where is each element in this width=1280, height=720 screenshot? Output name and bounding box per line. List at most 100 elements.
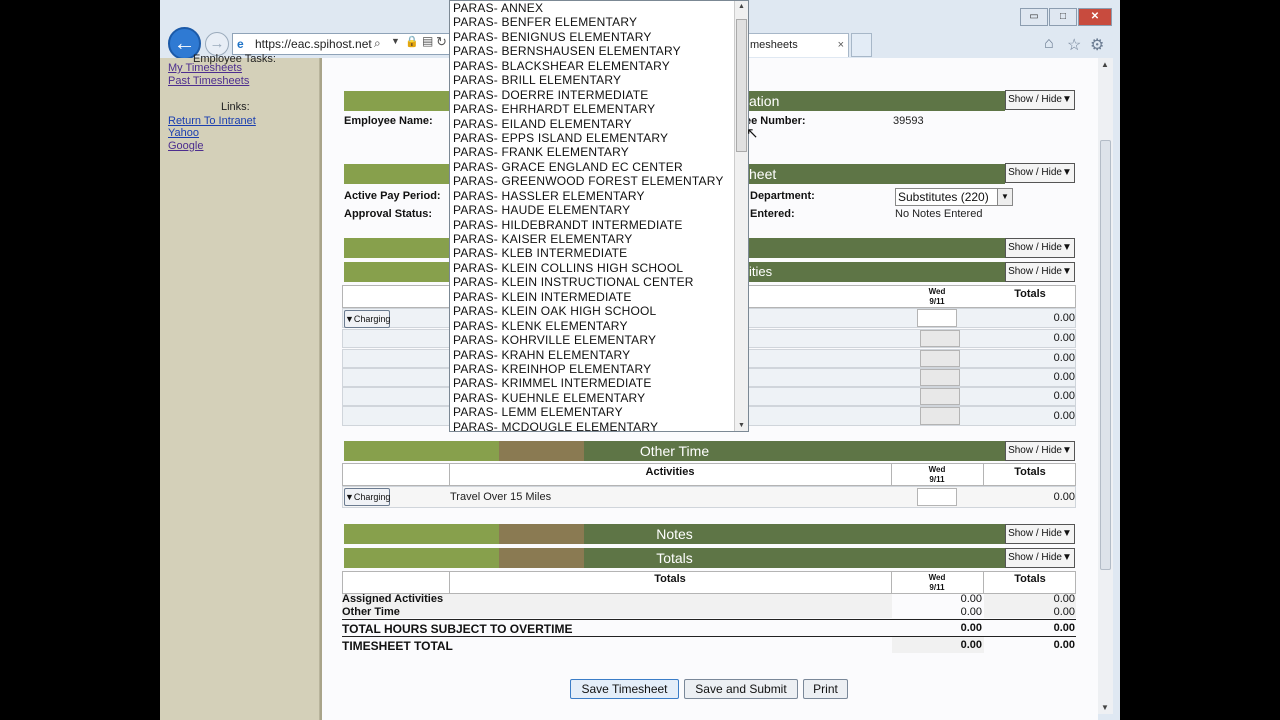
hours-input[interactable] xyxy=(917,309,957,327)
dropdown-arrow-icon[interactable]: ▼ xyxy=(391,36,400,46)
scroll-up-icon[interactable]: ▲ xyxy=(1101,60,1109,69)
dropdown-option[interactable]: PARAS- EPPS ISLAND ELEMENTARY xyxy=(450,131,748,145)
refresh-icon[interactable]: ↻ xyxy=(436,34,447,50)
scroll-down-icon[interactable]: ▼ xyxy=(1101,703,1109,712)
scroll-up-icon[interactable]: ▲ xyxy=(738,3,745,10)
dropdown-option[interactable]: PARAS- BENFER ELEMENTARY xyxy=(450,15,748,29)
hours-input[interactable] xyxy=(920,350,960,367)
save-and-submit-button[interactable]: Save and Submit xyxy=(684,679,798,699)
dropdown-option[interactable]: PARAS- KOHRVILLE ELEMENTARY xyxy=(450,333,748,347)
show-hide-employee[interactable]: Show / Hide▼ xyxy=(1005,90,1075,110)
show-hide-totals[interactable]: Show / Hide▼ xyxy=(1005,548,1075,568)
save-timesheet-button[interactable]: Save Timesheet xyxy=(570,679,679,699)
notes-entered-label: Entered: xyxy=(750,208,795,220)
print-button[interactable]: Print xyxy=(803,679,848,699)
show-hide-notes[interactable]: Show / Hide▼ xyxy=(1005,524,1075,544)
dropdown-option[interactable]: PARAS- LEMM ELEMENTARY xyxy=(450,405,748,419)
dropdown-option[interactable]: PARAS- KLEIN OAK HIGH SCHOOL xyxy=(450,304,748,318)
hours-input[interactable] xyxy=(920,369,960,386)
row-total: 0.00 xyxy=(1053,390,1075,402)
close-window-button[interactable]: ✕ xyxy=(1078,8,1112,26)
dropdown-option[interactable]: PARAS- BERNSHAUSEN ELEMENTARY xyxy=(450,44,748,58)
dropdown-option[interactable]: PARAS- KREINHOP ELEMENTARY xyxy=(450,362,748,376)
dropdown-option[interactable]: PARAS- DOERRE INTERMEDIATE xyxy=(450,88,748,102)
google-link[interactable]: Google xyxy=(168,140,203,152)
dropdown-option[interactable]: PARAS- FRANK ELEMENTARY xyxy=(450,145,748,159)
department-select[interactable]: Substitutes (220) ▼ xyxy=(895,188,1013,206)
hours-input[interactable] xyxy=(920,407,960,425)
dropdown-option[interactable]: PARAS- KLENK ELEMENTARY xyxy=(450,319,748,333)
dropdown-option[interactable]: PARAS- GREENWOOD FOREST ELEMENTARY xyxy=(450,174,748,188)
totals-row-total: 0.00 xyxy=(1053,622,1075,634)
dropdown-option[interactable]: PARAS- BENIGNUS ELEMENTARY xyxy=(450,30,748,44)
dropdown-option[interactable]: PARAS- KLEIN COLLINS HIGH SCHOOL xyxy=(450,261,748,275)
dropdown-option[interactable]: PARAS- KLEIN INSTRUCTIONAL CENTER xyxy=(450,275,748,289)
tab-label: mesheets xyxy=(750,39,798,51)
activities-header: Activities xyxy=(645,466,695,478)
dropdown-option[interactable]: PARAS- HAUDE ELEMENTARY xyxy=(450,203,748,217)
return-to-intranet-link[interactable]: Return To Intranet xyxy=(168,115,256,127)
dropdown-option[interactable]: PARAS- KUEHNLE ELEMENTARY xyxy=(450,391,748,405)
past-timesheets-link[interactable]: Past Timesheets xyxy=(168,75,249,87)
dropdown-option[interactable]: PARAS- EHRHARDT ELEMENTARY xyxy=(450,102,748,116)
my-timesheets-link[interactable]: My Timesheets xyxy=(168,62,242,74)
totals-row-total: 0.00 xyxy=(1053,593,1075,605)
totals-totals-header: Totals xyxy=(1014,573,1046,585)
dropdown-scrollbar[interactable]: ▲ ▼ xyxy=(734,1,748,431)
dropdown-option[interactable]: PARAS- MCDOUGLE ELEMENTARY xyxy=(450,420,748,431)
chevron-down-icon[interactable]: ▼ xyxy=(997,189,1012,205)
dropdown-option[interactable]: PARAS- KAISER ELEMENTARY xyxy=(450,232,748,246)
yahoo-link[interactable]: Yahoo xyxy=(168,127,199,139)
charging-button[interactable]: ▼Charging xyxy=(344,488,390,506)
browser-tab[interactable]: mesheets × xyxy=(745,33,849,57)
dropdown-option[interactable]: PARAS- BRILL ELEMENTARY xyxy=(450,73,748,87)
page-scroll-thumb[interactable] xyxy=(1100,140,1111,570)
browser-window: ← → https://eac.spihost.net e ⌕ ▼ 🔒 ▤ ↻ … xyxy=(160,0,1120,720)
dropdown-option[interactable]: PARAS- HILDEBRANDT INTERMEDIATE xyxy=(450,218,748,232)
scroll-down-icon[interactable]: ▼ xyxy=(738,422,745,429)
dropdown-option[interactable]: PARAS- BLACKSHEAR ELEMENTARY xyxy=(450,59,748,73)
gear-icon[interactable]: ⚙ xyxy=(1090,35,1104,55)
other-day-label: Wed xyxy=(928,465,946,474)
show-hide-assigned[interactable]: Show / Hide▼ xyxy=(1005,262,1075,282)
dropdown-option[interactable]: PARAS- KLEB INTERMEDIATE xyxy=(450,246,748,260)
dropdown-option[interactable]: PARAS- GRACE ENGLAND EC CENTER xyxy=(450,160,748,174)
employee-section-title: ation xyxy=(749,93,780,109)
new-tab-button[interactable] xyxy=(851,33,872,57)
totals-row-wed: 0.00 xyxy=(960,622,982,634)
dropdown-option[interactable]: PARAS- KRIMMEL INTERMEDIATE xyxy=(450,376,748,390)
approval-status-label: Approval Status: xyxy=(344,208,433,220)
school-dropdown-list[interactable]: PARAS- ANNEX PARAS- BENFER ELEMENTARY PARA… xyxy=(449,0,749,432)
tab-close-icon[interactable]: × xyxy=(838,34,844,56)
show-hide-3[interactable]: Show / Hide▼ xyxy=(1005,238,1075,258)
dropdown-option[interactable]: PARAS- KRAHN ELEMENTARY xyxy=(450,348,748,362)
hours-input[interactable] xyxy=(920,330,960,347)
home-icon[interactable]: ⌂ xyxy=(1044,35,1054,53)
row-total: 0.00 xyxy=(1053,371,1075,383)
assigned-day-date: 9/11 xyxy=(929,297,945,306)
dropdown-option[interactable]: PARAS- KLEIN INTERMEDIATE xyxy=(450,290,748,304)
show-hide-other-time[interactable]: Show / Hide▼ xyxy=(1005,441,1075,461)
totals-title: Totals xyxy=(656,550,693,566)
hours-input[interactable] xyxy=(920,388,960,405)
totals-row-total: 0.00 xyxy=(1053,639,1075,651)
maximize-button[interactable]: □ xyxy=(1049,8,1077,26)
search-icon[interactable]: ⌕ xyxy=(374,36,381,51)
charging-button[interactable]: ▼Charging xyxy=(344,310,390,328)
row-total: 0.00 xyxy=(1053,312,1075,324)
hours-input[interactable] xyxy=(917,488,957,506)
show-hide-timesheet[interactable]: Show / Hide▼ xyxy=(1005,163,1075,183)
totals-activity-header: Totals xyxy=(654,573,686,585)
other-totals-header: Totals xyxy=(1014,466,1046,478)
other-time-band: Other Time xyxy=(344,441,1005,461)
minimize-button[interactable]: ▭ xyxy=(1020,8,1048,26)
other-time-title: Other Time xyxy=(639,443,710,459)
favorites-star-icon[interactable]: ☆ xyxy=(1067,35,1081,55)
url-text: https://eac.spihost.net xyxy=(255,37,372,51)
links-header: Links: xyxy=(221,101,250,113)
dropdown-option[interactable]: PARAS- ANNEX xyxy=(450,1,748,15)
dropdown-option[interactable]: PARAS- EILAND ELEMENTARY xyxy=(450,117,748,131)
compat-view-icon[interactable]: ▤ xyxy=(422,34,433,48)
dropdown-option[interactable]: PARAS- HASSLER ELEMENTARY xyxy=(450,189,748,203)
totals-row-label: TOTAL HOURS SUBJECT TO OVERTIME xyxy=(342,622,573,636)
